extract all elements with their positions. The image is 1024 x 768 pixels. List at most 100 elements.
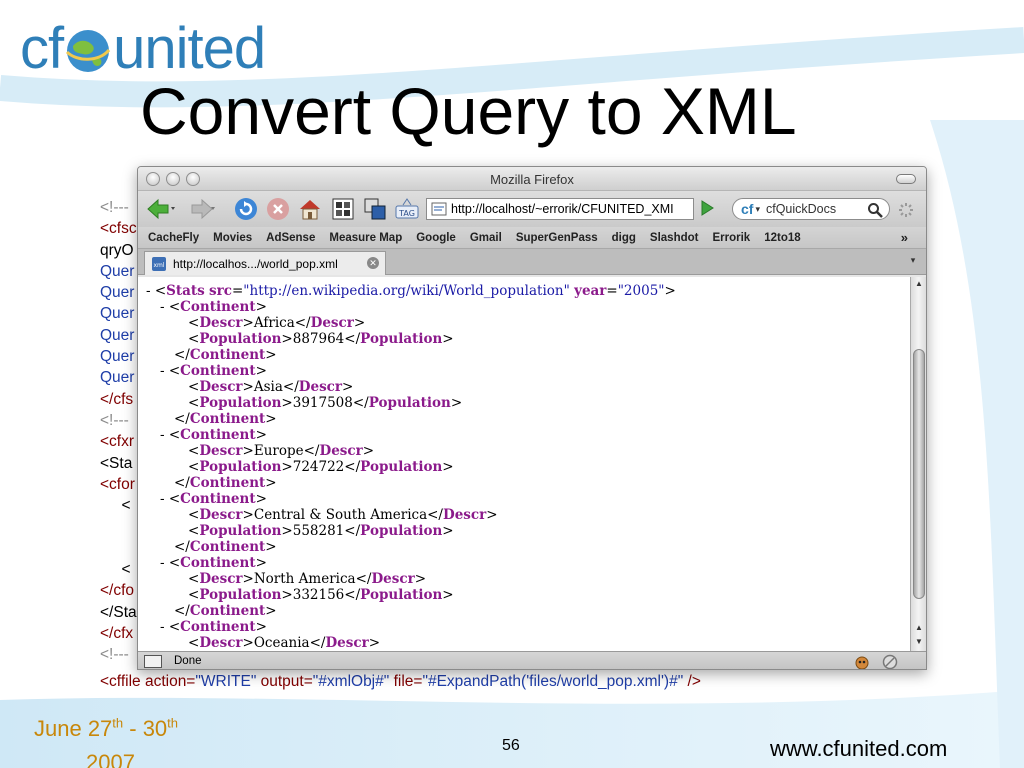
search-input[interactable]: cf ▾ cfQuickDocs (732, 198, 890, 220)
collapse-toggle[interactable]: - (160, 555, 169, 571)
bookmarks-more-button[interactable]: » (901, 230, 908, 245)
xml-token: < (188, 571, 200, 587)
xml-token: < (168, 491, 181, 507)
xml-text-value: Africa (253, 315, 295, 331)
globe-logo-icon (66, 30, 111, 72)
bookmark-item[interactable]: digg (612, 232, 636, 244)
code-token: "WRITE" (195, 673, 257, 690)
code-line: <!--- (100, 646, 129, 664)
code-token: file= (389, 673, 423, 690)
xml-attr-name: year (574, 283, 607, 299)
xml-attr-value: "2005" (617, 283, 665, 299)
bookmark-item[interactable]: Gmail (470, 232, 502, 244)
code-token: /> (683, 673, 701, 690)
slide-number: 56 (502, 737, 520, 754)
search-engine-logo[interactable]: cf (741, 201, 753, 217)
xml-token: < (168, 299, 181, 315)
scrollbar-thumb[interactable] (913, 349, 925, 599)
code-line: <Sta (100, 454, 133, 472)
xml-tag-name: Continent (189, 539, 266, 555)
xml-line: <Population>724722</Population> (188, 459, 454, 475)
tab-world-pop[interactable]: xml http://localhos.../world_pop.xml ✕ (144, 251, 386, 275)
go-button[interactable] (698, 199, 716, 222)
bookmark-item[interactable]: SuperGenPass (516, 232, 598, 244)
bookmark-item[interactable]: Measure Map (329, 232, 402, 244)
scroll-down-icon[interactable]: ▼ (914, 637, 924, 647)
code-line: Quer (100, 369, 135, 387)
forward-button[interactable] (184, 196, 218, 222)
xml-viewer: - <Stats src="http://en.wikipedia.org/wi… (138, 277, 910, 651)
xml-tag-name: Population (360, 587, 443, 603)
xml-token: > (242, 443, 254, 459)
xml-token: > (265, 411, 277, 427)
disabled-icon[interactable] (882, 654, 898, 670)
xml-tag-name: Descr (325, 635, 369, 651)
chevron-down-icon[interactable]: ▾ (755, 204, 760, 215)
xml-line: </Continent> (146, 539, 676, 555)
stop-button[interactable] (264, 196, 292, 222)
window-switch-button[interactable] (362, 196, 388, 222)
back-arrow-icon (147, 198, 175, 220)
tag-button[interactable]: TAG (394, 196, 420, 222)
bookmark-item[interactable]: Slashdot (650, 232, 699, 244)
bookmark-item[interactable]: Errorik (712, 232, 750, 244)
xml-token: < (188, 635, 200, 651)
collapse-toggle[interactable]: - (160, 427, 169, 443)
bookmark-item[interactable]: CacheFly (148, 232, 199, 244)
close-tab-icon[interactable]: ✕ (367, 257, 379, 269)
xml-line: <Descr>North America</Descr> (188, 571, 427, 587)
xml-text-value: Europe (253, 443, 304, 459)
search-icon[interactable] (867, 202, 883, 218)
reload-icon (235, 198, 257, 220)
grid-icon (332, 198, 354, 220)
collapse-toggle[interactable]: - (146, 283, 155, 299)
home-button[interactable] (296, 196, 324, 222)
xml-token: > (255, 491, 267, 507)
firebug-icon[interactable] (854, 654, 870, 670)
xml-token: < (188, 379, 200, 395)
xml-text-value: Asia (253, 379, 283, 395)
xml-line: <Population>887964</Population> (188, 331, 454, 347)
bookmark-item[interactable]: Movies (213, 232, 252, 244)
xml-token: < (188, 443, 200, 459)
collapse-toggle[interactable]: - (160, 619, 169, 635)
xml-tag-name: Population (368, 395, 451, 411)
collapse-toggle[interactable]: - (160, 363, 169, 379)
address-bar[interactable]: http://localhost/~errorik/CFUNITED_XMI (426, 198, 694, 220)
address-text: http://localhost/~errorik/CFUNITED_XMI (451, 202, 674, 216)
xml-tag-name: Continent (180, 555, 256, 571)
scroll-up-icon[interactable]: ▲ (914, 279, 924, 289)
tab-list-button[interactable]: ▾ (906, 255, 920, 269)
xml-tag-name: Descr (371, 571, 415, 587)
reload-button[interactable] (232, 196, 260, 222)
bookmark-item[interactable]: Google (416, 232, 456, 244)
code-token: output= (256, 673, 313, 690)
bookmark-item[interactable]: 12to18 (764, 232, 800, 244)
window-titlebar[interactable]: Mozilla Firefox (138, 167, 926, 191)
xml-token: > (664, 283, 676, 299)
xml-line: - <Continent> (146, 299, 676, 315)
xml-token: > (281, 587, 293, 603)
date-start: June 27 (34, 716, 113, 741)
xml-line: - <Stats src="http://en.wikipedia.org/wi… (146, 283, 676, 299)
xml-tag-name: Descr (199, 315, 243, 331)
collapse-toggle[interactable]: - (160, 491, 169, 507)
back-button[interactable] (144, 196, 178, 222)
xml-tag-name: Descr (319, 443, 363, 459)
bookmark-item[interactable]: AdSense (266, 232, 315, 244)
code-line: Quer (100, 305, 135, 323)
scroll-up-icon[interactable]: ▲ (914, 623, 924, 633)
code-line: <!--- (100, 411, 129, 429)
xml-token: > (242, 571, 254, 587)
xml-token: > (281, 523, 293, 539)
collapse-toggle[interactable]: - (160, 299, 169, 315)
vertical-scrollbar[interactable]: ▲ ▲ ▼ (910, 277, 926, 651)
xml-tag-name: Descr (443, 507, 487, 523)
toolbar-toggle-button[interactable] (896, 174, 916, 184)
bookmark-grid-button[interactable] (330, 196, 356, 222)
xml-line: <Descr>Europe</Descr> (188, 443, 375, 459)
xml-token: > (281, 331, 293, 347)
xml-line: <Population>558281</Population> (188, 523, 454, 539)
xml-token: </ (174, 603, 190, 619)
svg-text:xml: xml (153, 262, 164, 269)
